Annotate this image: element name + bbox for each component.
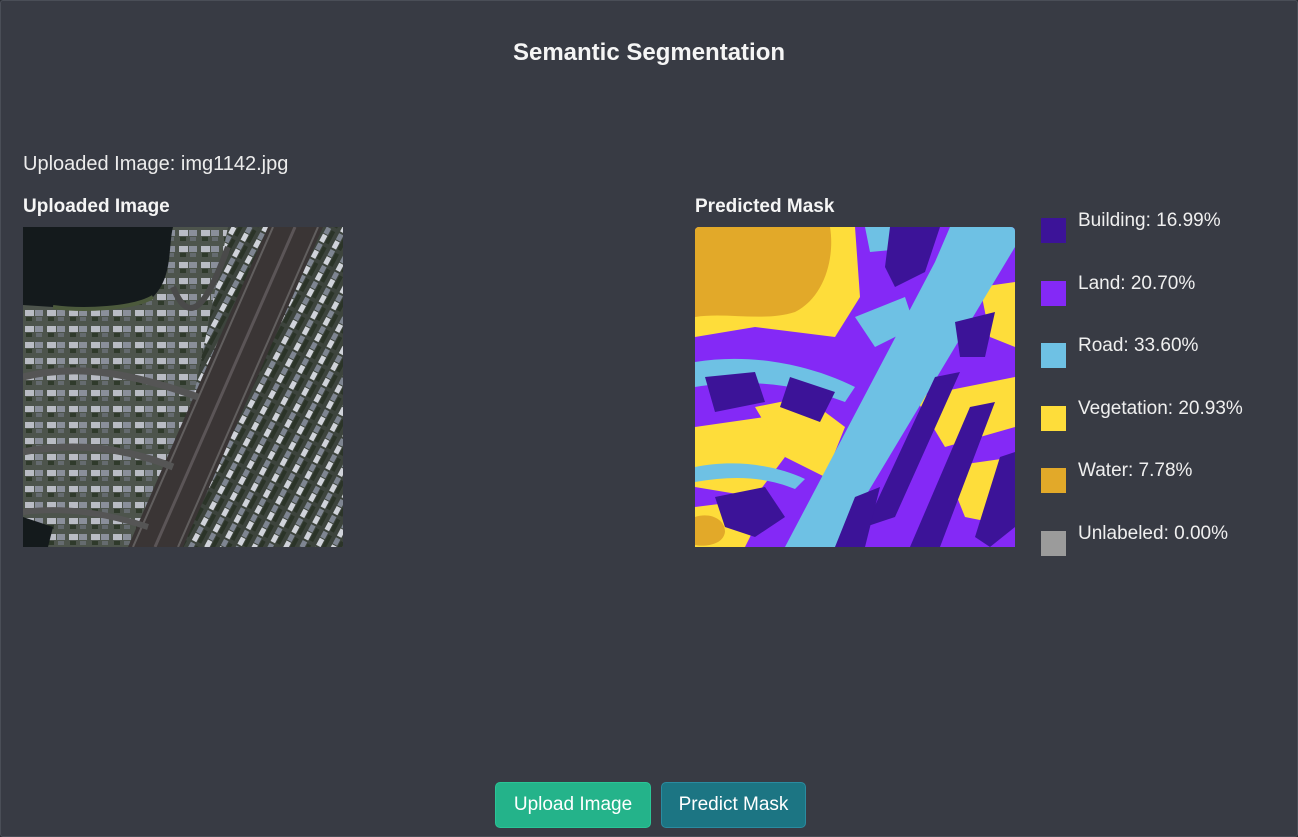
uploaded-filename-status: Uploaded Image: img1142.jpg [23, 153, 289, 175]
road-color-swatch [1041, 343, 1066, 368]
land-color-swatch [1041, 280, 1066, 306]
legend-water-label: Water: 7.78% [1078, 460, 1193, 481]
page-title: Semantic Segmentation [512, 39, 786, 66]
unlabeled-color-swatch [1041, 530, 1066, 556]
legend-vegetation-label: Vegetation: 20.93% [1078, 397, 1243, 419]
upload-image-button[interactable]: Upload Image [495, 782, 651, 828]
building-color-swatch [1041, 218, 1066, 243]
water-color-swatch [1041, 468, 1066, 493]
legend-building-label: Building: 16.99% [1078, 210, 1221, 231]
predicted-mask-label: Predicted Mask [695, 196, 835, 217]
legend-unlabeled-label: Unlabeled: 0.00% [1078, 522, 1228, 544]
legend-road-label: Road: 33.60% [1078, 335, 1199, 356]
app-window: Semantic Segmentation Uploaded Image: im… [0, 0, 1298, 837]
uploaded-image-label: Uploaded Image [23, 196, 170, 217]
legend-land-label: Land: 20.70% [1078, 272, 1196, 294]
vegetation-color-swatch [1041, 405, 1066, 431]
predicted-mask-image [695, 227, 1015, 547]
uploaded-aerial-image [23, 227, 343, 547]
predict-mask-button[interactable]: Predict Mask [661, 782, 806, 828]
